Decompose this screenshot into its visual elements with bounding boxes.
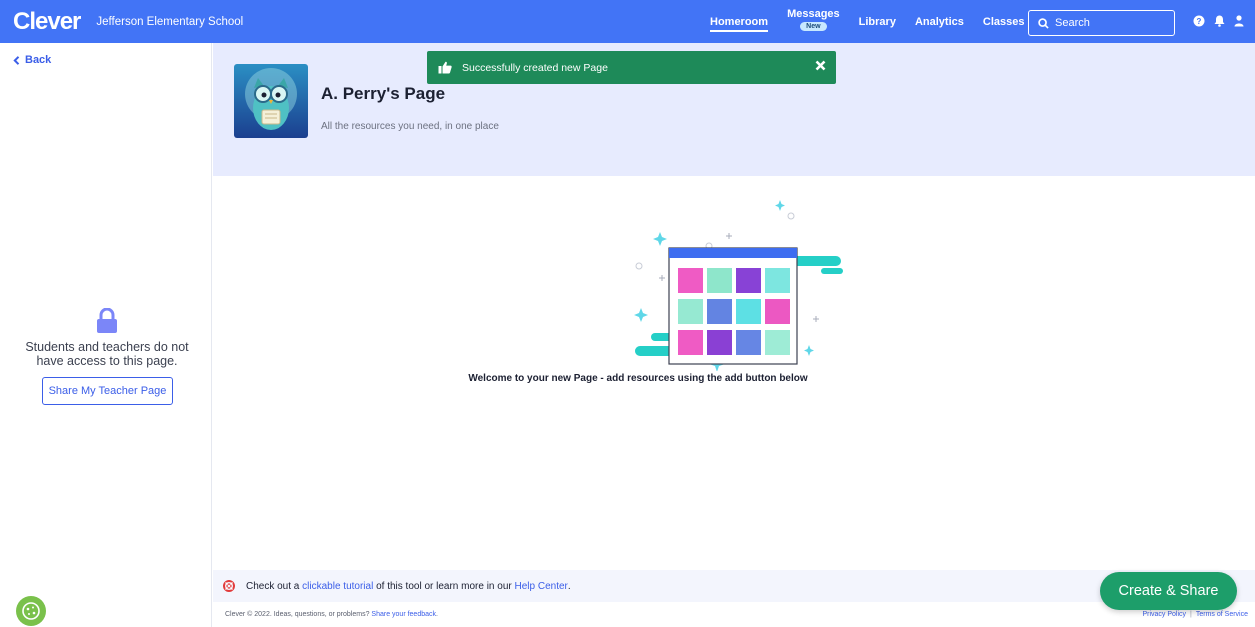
nav-icons: ? [1189,15,1249,29]
privacy-policy-link[interactable]: Privacy Policy [1142,611,1186,618]
help-icon[interactable]: ? [1189,15,1209,29]
search-input[interactable]: Search [1028,10,1175,36]
share-teacher-page-button[interactable]: Share My Teacher Page [42,377,173,405]
district-name: Jefferson Elementary School [96,15,244,28]
help-prefix: Check out a [246,580,303,592]
help-bar: Check out a clickable tutorial of this t… [213,570,1255,602]
sidebar: Back Students and teachers do not have a… [0,43,212,627]
close-icon[interactable] [815,60,826,74]
footer-separator: | [1190,611,1192,618]
top-nav: Clever Jefferson Elementary School Homer… [0,0,1255,43]
toast-message: Successfully created new Page [462,61,608,74]
cookie-settings-button[interactable] [16,596,46,626]
page-subtitle: All the resources you need, in one place [321,121,499,132]
owl-avatar [234,64,308,138]
tutorial-link[interactable]: clickable tutorial [302,581,373,592]
nav-messages-label: Messages [787,8,840,20]
nav-links: Homeroom Messages New Library Analytics … [710,0,1043,43]
search-placeholder: Search [1055,17,1090,29]
bell-icon[interactable] [1209,15,1229,29]
nav-library[interactable]: Library [859,16,896,28]
welcome-message: Welcome to your new Page - add resources… [468,373,808,384]
create-and-share-button[interactable]: Create & Share [1100,572,1237,610]
help-middle: of this tool or learn more in our [373,580,515,592]
lifebuoy-icon [223,580,235,592]
main-content: Welcome to your new Page - add resources… [213,176,1255,570]
back-label: Back [25,54,52,66]
terms-of-service-link[interactable]: Terms of Service [1196,611,1248,618]
nav-classes[interactable]: Classes [983,16,1025,28]
help-center-link[interactable]: Help Center [515,581,568,592]
copyright-text: Clever © 2022. Ideas, questions, or prob… [225,611,372,618]
footer: Clever © 2022. Ideas, questions, or prob… [213,602,1255,627]
feedback-suffix: . [436,611,438,618]
thumbs-up-icon [438,61,452,74]
search-icon [1038,17,1049,29]
nav-analytics[interactable]: Analytics [915,16,964,28]
lock-icon [97,308,117,333]
no-access-message: Students and teachers do not have access… [25,340,189,368]
svg-text:?: ? [1197,17,1202,26]
help-suffix: . [567,580,571,592]
success-toast: Successfully created new Page [427,51,836,84]
new-badge: New [800,22,827,31]
nav-homeroom[interactable]: Homeroom [710,16,769,32]
chevron-left-icon [13,55,20,65]
nav-messages[interactable]: Messages New [787,8,840,31]
clever-logo[interactable]: Clever [13,8,81,36]
page-title: A. Perry's Page [321,84,446,103]
footer-links: Privacy Policy | Terms of Service [1142,611,1248,618]
cookie-icon [22,602,40,620]
feedback-link[interactable]: Share your feedback [371,611,436,618]
empty-page-illustration [634,200,843,371]
user-icon[interactable] [1229,15,1249,29]
back-button[interactable]: Back [13,54,51,66]
